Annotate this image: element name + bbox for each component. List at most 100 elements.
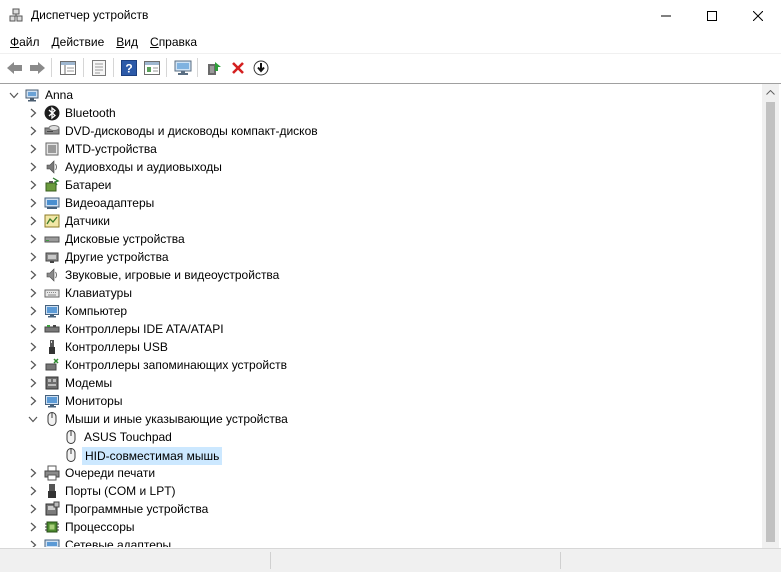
toolbar-separator xyxy=(166,58,167,77)
menu-view-label: ид xyxy=(124,35,139,49)
toolbar-separator xyxy=(51,58,52,77)
tree-category[interactable]: Программные устройства xyxy=(0,500,762,518)
expand-toggle[interactable] xyxy=(27,376,39,390)
expand-toggle[interactable] xyxy=(27,538,39,547)
minimize-icon xyxy=(661,15,671,16)
maximize-button[interactable] xyxy=(689,0,735,31)
tree-item-label: HID-совместимая мышь xyxy=(82,447,223,465)
disable-device-button[interactable] xyxy=(250,57,272,79)
expand-toggle[interactable] xyxy=(27,268,39,282)
expand-toggle[interactable] xyxy=(27,124,39,138)
expand-toggle[interactable] xyxy=(27,160,39,174)
expand-toggle[interactable] xyxy=(27,484,39,498)
tree-item-label: Anna xyxy=(45,88,74,102)
tree-category[interactable]: Bluetooth xyxy=(0,104,762,122)
tree-category[interactable]: Модемы xyxy=(0,374,762,392)
tree-category[interactable]: Мыши и иные указывающие устройства xyxy=(0,410,762,428)
console-tree-button[interactable] xyxy=(57,57,79,79)
expand-toggle[interactable] xyxy=(27,394,39,408)
tree-category[interactable]: Контроллеры USB xyxy=(0,338,762,356)
expand-toggle[interactable] xyxy=(27,232,39,246)
tree-category[interactable]: Контроллеры запоминающих устройств xyxy=(0,356,762,374)
back-button[interactable] xyxy=(4,57,26,79)
tree-category[interactable]: Другие устройства xyxy=(0,248,762,266)
menu-file[interactable]: Файл xyxy=(4,32,46,52)
help-button[interactable]: ? xyxy=(118,57,140,79)
tree-item-label: Порты (COM и LPT) xyxy=(65,484,176,498)
tree-item-label: Компьютер xyxy=(65,304,128,318)
tree-category[interactable]: Дисковые устройства xyxy=(0,230,762,248)
tree-category[interactable]: Клавиатуры xyxy=(0,284,762,302)
collapse-toggle[interactable] xyxy=(27,412,39,426)
expand-toggle[interactable] xyxy=(27,520,39,534)
menu-action[interactable]: Действие xyxy=(46,32,111,52)
expand-toggle[interactable] xyxy=(27,106,39,120)
tree-category[interactable]: Контроллеры IDE ATA/ATAPI xyxy=(0,320,762,338)
status-divider xyxy=(270,552,271,569)
tree-item-label: Датчики xyxy=(65,214,110,228)
expand-toggle[interactable] xyxy=(27,196,39,210)
tree-item-label: Батареи xyxy=(65,178,112,192)
tree-device-selected[interactable]: HID-совместимая мышь xyxy=(0,446,762,465)
scan-hardware-button[interactable] xyxy=(172,57,194,79)
tree-category[interactable]: Батареи xyxy=(0,176,762,194)
disable-device-icon xyxy=(253,60,269,76)
maximize-icon xyxy=(707,10,717,21)
chevron-right-icon xyxy=(30,198,36,208)
vertical-scrollbar[interactable] xyxy=(762,84,779,548)
tree-item-label: Другие устройства xyxy=(65,250,169,264)
minimize-button[interactable] xyxy=(643,0,689,31)
update-driver-button[interactable] xyxy=(203,57,225,79)
status-bar xyxy=(0,548,781,572)
help-icon: ? xyxy=(121,60,137,76)
expand-toggle[interactable] xyxy=(27,358,39,372)
status-divider xyxy=(560,552,561,569)
tree-category[interactable]: Звуковые, игровые и видеоустройства xyxy=(0,266,762,284)
port-icon xyxy=(44,483,60,499)
close-button[interactable] xyxy=(735,0,781,31)
menu-action-access-key: Д xyxy=(51,35,60,49)
expand-toggle[interactable] xyxy=(27,214,39,228)
collapse-toggle[interactable] xyxy=(8,88,20,102)
menu-view[interactable]: Вид xyxy=(110,32,144,52)
expand-toggle[interactable] xyxy=(27,142,39,156)
dvd-drive-icon xyxy=(44,123,60,139)
tree-item-label: Контроллеры IDE ATA/ATAPI xyxy=(65,322,224,336)
processor-icon xyxy=(44,519,60,535)
uninstall-button[interactable] xyxy=(227,57,249,79)
scroll-up-button[interactable] xyxy=(762,84,779,101)
tree-category[interactable]: Аудиовходы и аудиовыходы xyxy=(0,158,762,176)
tree-category[interactable]: Видеоадаптеры xyxy=(0,194,762,212)
tree-item-label: Процессоры xyxy=(65,520,135,534)
expand-toggle[interactable] xyxy=(27,304,39,318)
expand-toggle[interactable] xyxy=(27,286,39,300)
scrollbar-thumb[interactable] xyxy=(766,102,775,542)
expand-toggle[interactable] xyxy=(27,466,39,480)
mouse-icon xyxy=(63,447,79,463)
menu-help[interactable]: Справка xyxy=(144,32,203,52)
svg-text:?: ? xyxy=(125,62,132,76)
view-button[interactable] xyxy=(141,57,163,79)
tree-root[interactable]: Anna xyxy=(0,86,762,104)
expand-toggle[interactable] xyxy=(27,250,39,264)
properties-button[interactable] xyxy=(88,57,110,79)
device-manager-app-icon xyxy=(9,8,23,22)
expand-toggle[interactable] xyxy=(27,502,39,516)
close-icon xyxy=(753,10,763,21)
expand-toggle[interactable] xyxy=(27,322,39,336)
tree-category[interactable]: MTD-устройства xyxy=(0,140,762,158)
tree-category[interactable]: Процессоры xyxy=(0,518,762,536)
tree-category[interactable]: Компьютер xyxy=(0,302,762,320)
expand-toggle[interactable] xyxy=(27,178,39,192)
expand-toggle[interactable] xyxy=(27,340,39,354)
chevron-right-icon xyxy=(30,234,36,244)
forward-button[interactable] xyxy=(26,57,48,79)
tree-category[interactable]: DVD-дисководы и дисководы компакт-дисков xyxy=(0,122,762,140)
tree-category[interactable]: Очереди печати xyxy=(0,464,762,482)
tree-device[interactable]: ASUS Touchpad xyxy=(0,428,762,446)
tree-category[interactable]: Мониторы xyxy=(0,392,762,410)
tree-category[interactable]: Датчики xyxy=(0,212,762,230)
menu-file-access-key: Ф xyxy=(10,35,20,49)
tree-category[interactable]: Сетевые адаптеры xyxy=(0,536,762,547)
tree-category[interactable]: Порты (COM и LPT) xyxy=(0,482,762,500)
